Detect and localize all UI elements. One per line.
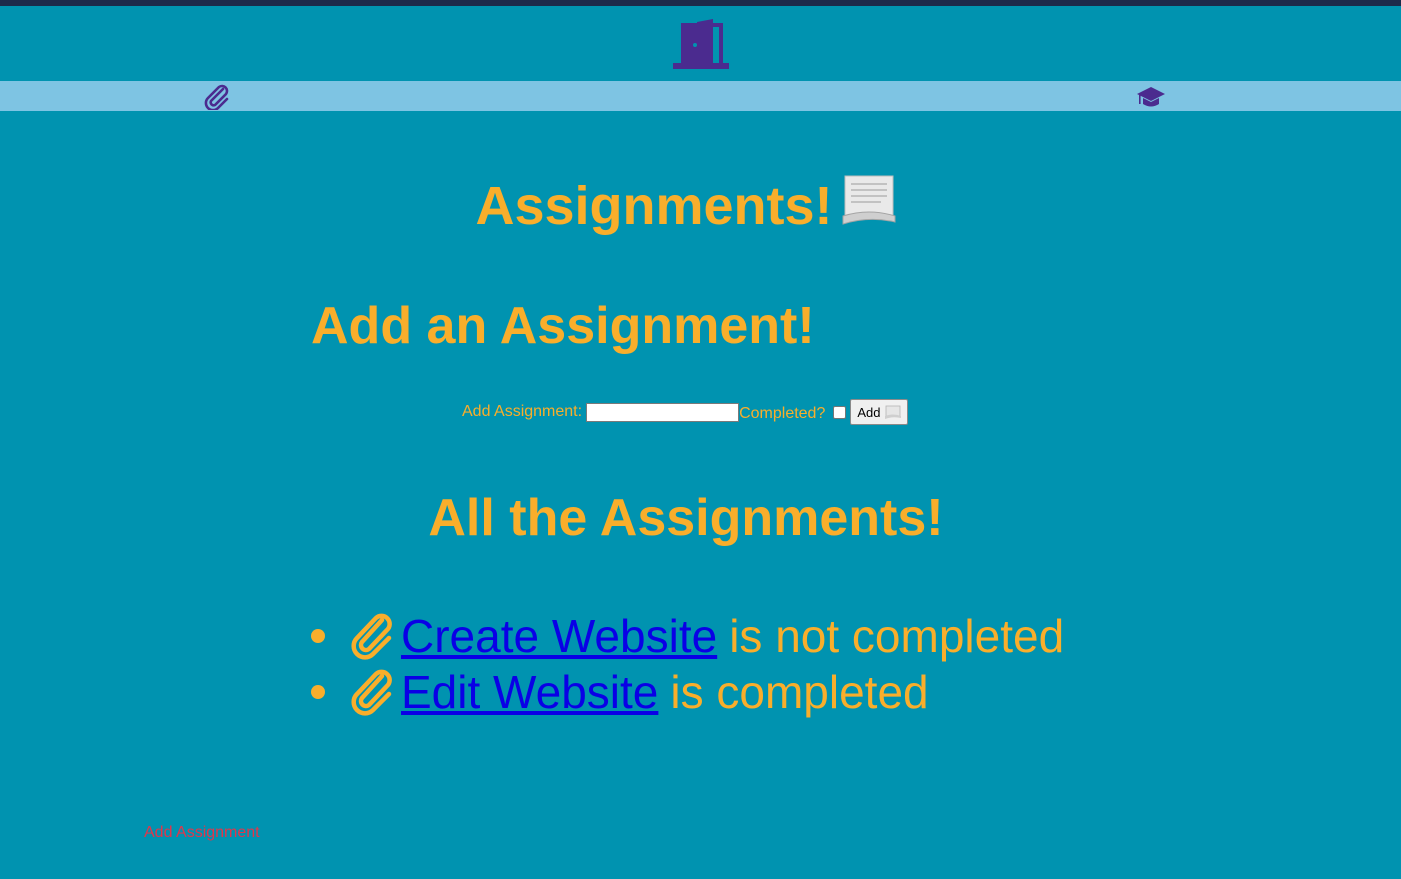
assignment-status: is completed — [670, 666, 929, 718]
paperclip-icon — [351, 669, 392, 716]
paperclip-icon — [351, 613, 392, 660]
completed-label: Completed? — [739, 405, 826, 422]
add-button-label: Add — [857, 404, 881, 420]
add-button[interactable]: Add — [850, 399, 908, 425]
page-title-text: Assignments! — [475, 176, 833, 236]
header — [0, 6, 1401, 81]
scroll-icon — [842, 175, 896, 225]
footer-add-assignment-link[interactable]: Add Assignment — [144, 824, 260, 842]
list-item: Create Website is not completed — [311, 608, 1064, 664]
assignment-label: Add Assignment: — [462, 403, 583, 420]
completed-checkbox[interactable] — [833, 405, 847, 419]
assignment-link[interactable]: Edit Website — [401, 665, 658, 719]
paperclip-icon[interactable] — [203, 84, 231, 110]
add-assignment-form: Add Assignment: Completed? Add — [462, 399, 908, 425]
bullet — [311, 629, 325, 643]
all-assignments-heading: All the Assignments! — [428, 489, 944, 547]
list-item: Edit Website is completed — [311, 664, 1064, 720]
assignment-list: Create Website is not completed Edit Web… — [311, 608, 1064, 720]
assignment-input[interactable] — [586, 402, 740, 422]
scroll-icon — [884, 405, 901, 419]
assignment-status: is not completed — [729, 610, 1065, 662]
add-assignment-heading: Add an Assignment! — [311, 297, 815, 355]
door-icon[interactable] — [672, 18, 729, 69]
assignment-link[interactable]: Create Website — [401, 609, 717, 663]
page-title: Assignments! — [0, 172, 1372, 239]
nav-bar — [0, 81, 1401, 111]
graduation-cap-icon[interactable] — [1137, 84, 1165, 110]
bullet — [311, 685, 325, 699]
